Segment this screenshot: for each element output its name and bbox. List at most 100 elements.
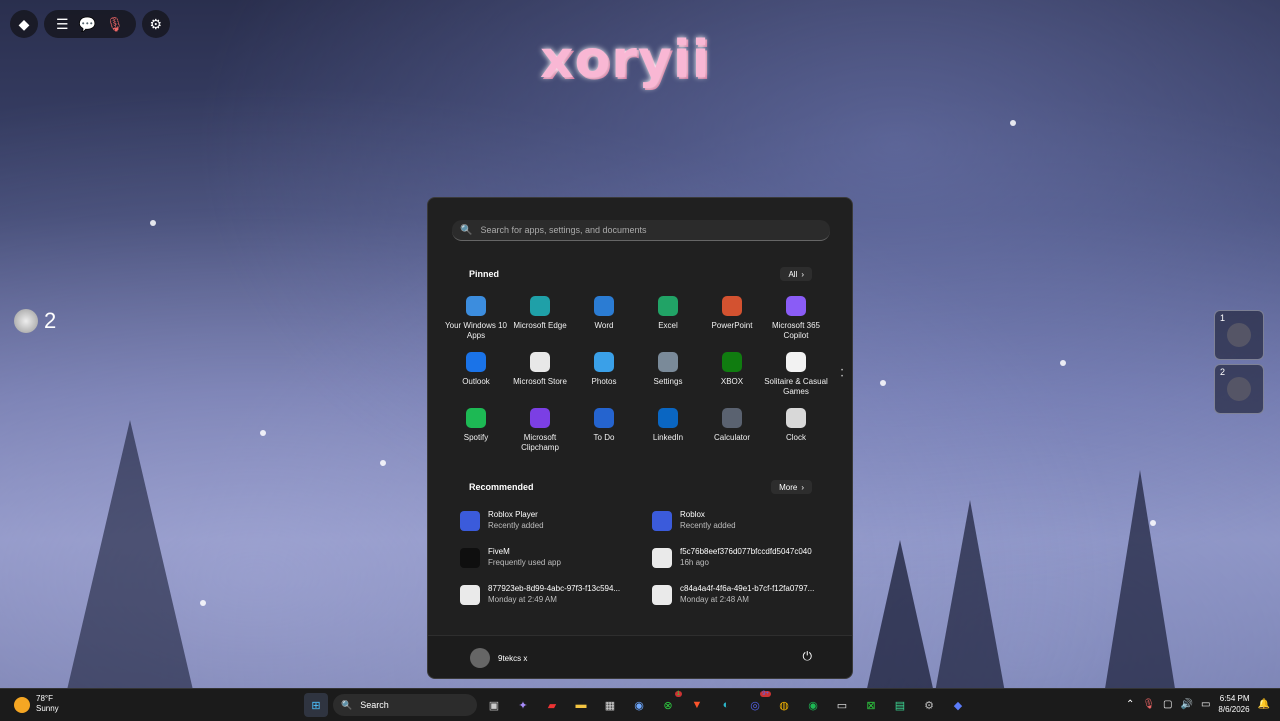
recommended-item[interactable]: c84a4a4f-4f6a-49e1-b7cf-f12fa0797... Mond… (652, 583, 822, 620)
pinned-app-label: Microsoft Store (513, 377, 567, 386)
recommended-item-subtitle: 16h ago (680, 558, 709, 567)
gamepad-icon[interactable]: ▭ (830, 693, 854, 717)
taskbar-clock[interactable]: 6:54 PM 8/6/2026 (1218, 693, 1249, 715)
xbox-app-icon[interactable]: ⊠ (859, 693, 883, 717)
coin-counter: 2 (14, 308, 56, 334)
roblox-settings-button[interactable]: ⚙ (141, 10, 170, 38)
pinned-app[interactable]: Word (572, 296, 636, 352)
recommended-item[interactable]: f5c76b8eef376d077bfccdfd5047c040 16h ago (652, 546, 822, 583)
chevron-right-icon: › (801, 269, 804, 279)
pinned-app-label: Microsoft Edge (513, 321, 567, 330)
roblox-icon (460, 511, 480, 531)
chevron-up-icon[interactable]: ⌃ (1126, 699, 1134, 710)
microphone-icon[interactable]: 🎙 (1142, 699, 1155, 710)
discord-icon[interactable]: ◎ 9+ (743, 691, 771, 717)
roblox-menu-button[interactable]: ◆ (10, 10, 38, 38)
windows-logo-icon: ⊞ (311, 699, 321, 712)
pinned-app[interactable]: Clock (764, 408, 828, 464)
pinned-app-label: Outlook (462, 377, 490, 386)
recommended-item[interactable]: FiveM Frequently used app (460, 546, 652, 583)
pinned-app-label: Your Windows 10 Apps (445, 321, 507, 340)
pinned-app-label: PowerPoint (711, 321, 753, 330)
pinned-heading: Pinned (469, 269, 500, 279)
pinned-app[interactable]: PowerPoint (700, 296, 764, 352)
task-view-icon[interactable]: ▣ (482, 693, 506, 717)
recommended-item[interactable]: Roblox Player Recently added (460, 509, 652, 546)
spotify-icon (466, 408, 486, 428)
pinned-app[interactable]: Photos (572, 352, 636, 408)
taskbar-search[interactable]: 🔍 Search (333, 694, 477, 716)
all-apps-button[interactable]: All › (780, 267, 812, 281)
copilot-icon[interactable]: ✦ (511, 693, 535, 717)
pinned-app[interactable]: Microsoft Edge (508, 296, 572, 352)
file-explorer-icon[interactable]: ▬ (569, 693, 593, 717)
recommended-item-name: 877923eb-8d99-4abc-97f3-f13c594... (488, 584, 621, 593)
microphone-icon[interactable]: 🎙 (106, 16, 124, 33)
pinned-app[interactable]: Settings (636, 352, 700, 408)
pinned-app[interactable]: Microsoft Store (508, 352, 572, 408)
brave-icon[interactable]: ▼ (685, 693, 709, 717)
pinned-app[interactable]: Microsoft 365 Copilot (764, 296, 828, 352)
pinned-app[interactable]: Calculator (700, 408, 764, 464)
edge-icon (530, 296, 550, 316)
microsoft-store-icon[interactable]: ▦ (598, 693, 622, 717)
weather-temp: 78°F (36, 694, 53, 703)
battery-icon[interactable]: ▭ (1201, 699, 1210, 710)
excel-icon (658, 296, 678, 316)
xbox-icon[interactable]: ⊗ 1 (656, 691, 682, 717)
pinned-app[interactable]: XBOX (700, 352, 764, 408)
pinned-app[interactable]: Solitaire & Casual Games (764, 352, 828, 408)
pinned-app[interactable]: Spotify (444, 408, 508, 464)
pinned-app-label: Photos (591, 377, 617, 386)
pinned-app-label: XBOX (720, 377, 744, 386)
spotify-icon[interactable]: ◉ (801, 693, 825, 717)
recommended-item[interactable]: 877923eb-8d99-4abc-97f3-f13c594... Monday… (460, 583, 652, 620)
ea-app-icon[interactable]: ◉ (627, 693, 651, 717)
pinned-app[interactable]: Excel (636, 296, 700, 352)
taskbar: 78°F Sunny ⊞ 🔍 Search ▣ ✦ ▰ ▬ ▦ ◉ ⊗ 1 ▼ ◐… (0, 688, 1280, 721)
recommended-item[interactable]: Roblox Recently added (652, 509, 822, 546)
power-icon[interactable]: ⏻ (803, 649, 813, 664)
hotbar-slot-2[interactable]: 2 (1214, 364, 1264, 414)
discord-badge: 9+ (760, 691, 771, 697)
settings-icon (658, 352, 678, 372)
pinned-app[interactable]: Outlook (444, 352, 508, 408)
copilot-icon (786, 296, 806, 316)
chevron-right-icon: › (801, 482, 804, 492)
chat-icon[interactable]: 💬 (79, 16, 96, 33)
game-app-icon[interactable]: ▰ (540, 693, 564, 717)
chrome-icon[interactable]: ◍ (772, 693, 796, 717)
page-indicator[interactable]: • • (841, 368, 844, 380)
recommended-heading: Recommended (469, 482, 534, 492)
recommended-item-subtitle: Monday at 2:48 AM (680, 595, 749, 604)
roblox-icon[interactable]: ◆ (946, 693, 970, 717)
user-account-button[interactable]: 9tekcs x (470, 648, 527, 668)
weather-widget[interactable]: 78°F Sunny (14, 694, 59, 714)
network-icon[interactable]: ▢ (1163, 699, 1172, 710)
pinned-app[interactable]: Microsoft Clipchamp (508, 408, 572, 464)
start-search-input[interactable]: 🔍 Search for apps, settings, and documen… (452, 220, 830, 241)
start-button[interactable]: ⊞ (304, 693, 328, 717)
calculator-icon (722, 408, 742, 428)
pinned-app-label: To Do (593, 433, 615, 442)
notes-app-icon[interactable]: ▤ (888, 693, 912, 717)
pinned-app[interactable]: To Do (572, 408, 636, 464)
roblox-logo-icon: ◆ (18, 15, 30, 32)
more-button[interactable]: More › (771, 480, 812, 494)
pinned-app-label: Excel (658, 321, 678, 330)
coin-count: 2 (44, 308, 57, 333)
coin-stack-icon (14, 309, 38, 333)
pinned-app-label: Microsoft 365 Copilot (771, 321, 821, 340)
avatar (470, 648, 490, 668)
pinned-app-label: LinkedIn (652, 433, 684, 442)
notification-icon[interactable]: 🔔 (1258, 699, 1270, 710)
edge-icon[interactable]: ◐ (714, 693, 738, 717)
pinned-app-label: Microsoft Clipchamp (521, 433, 559, 452)
settings-icon[interactable]: ⚙ (917, 693, 941, 717)
pinned-app[interactable]: Your Windows 10 Apps (444, 296, 508, 352)
volume-icon[interactable]: 🔊 (1181, 699, 1193, 710)
hamburger-menu-icon[interactable]: ☰ (56, 16, 69, 33)
pinned-app[interactable]: LinkedIn (636, 408, 700, 464)
bag-tool-icon (1227, 377, 1251, 401)
hotbar-slot-1[interactable]: 1 (1214, 310, 1264, 360)
